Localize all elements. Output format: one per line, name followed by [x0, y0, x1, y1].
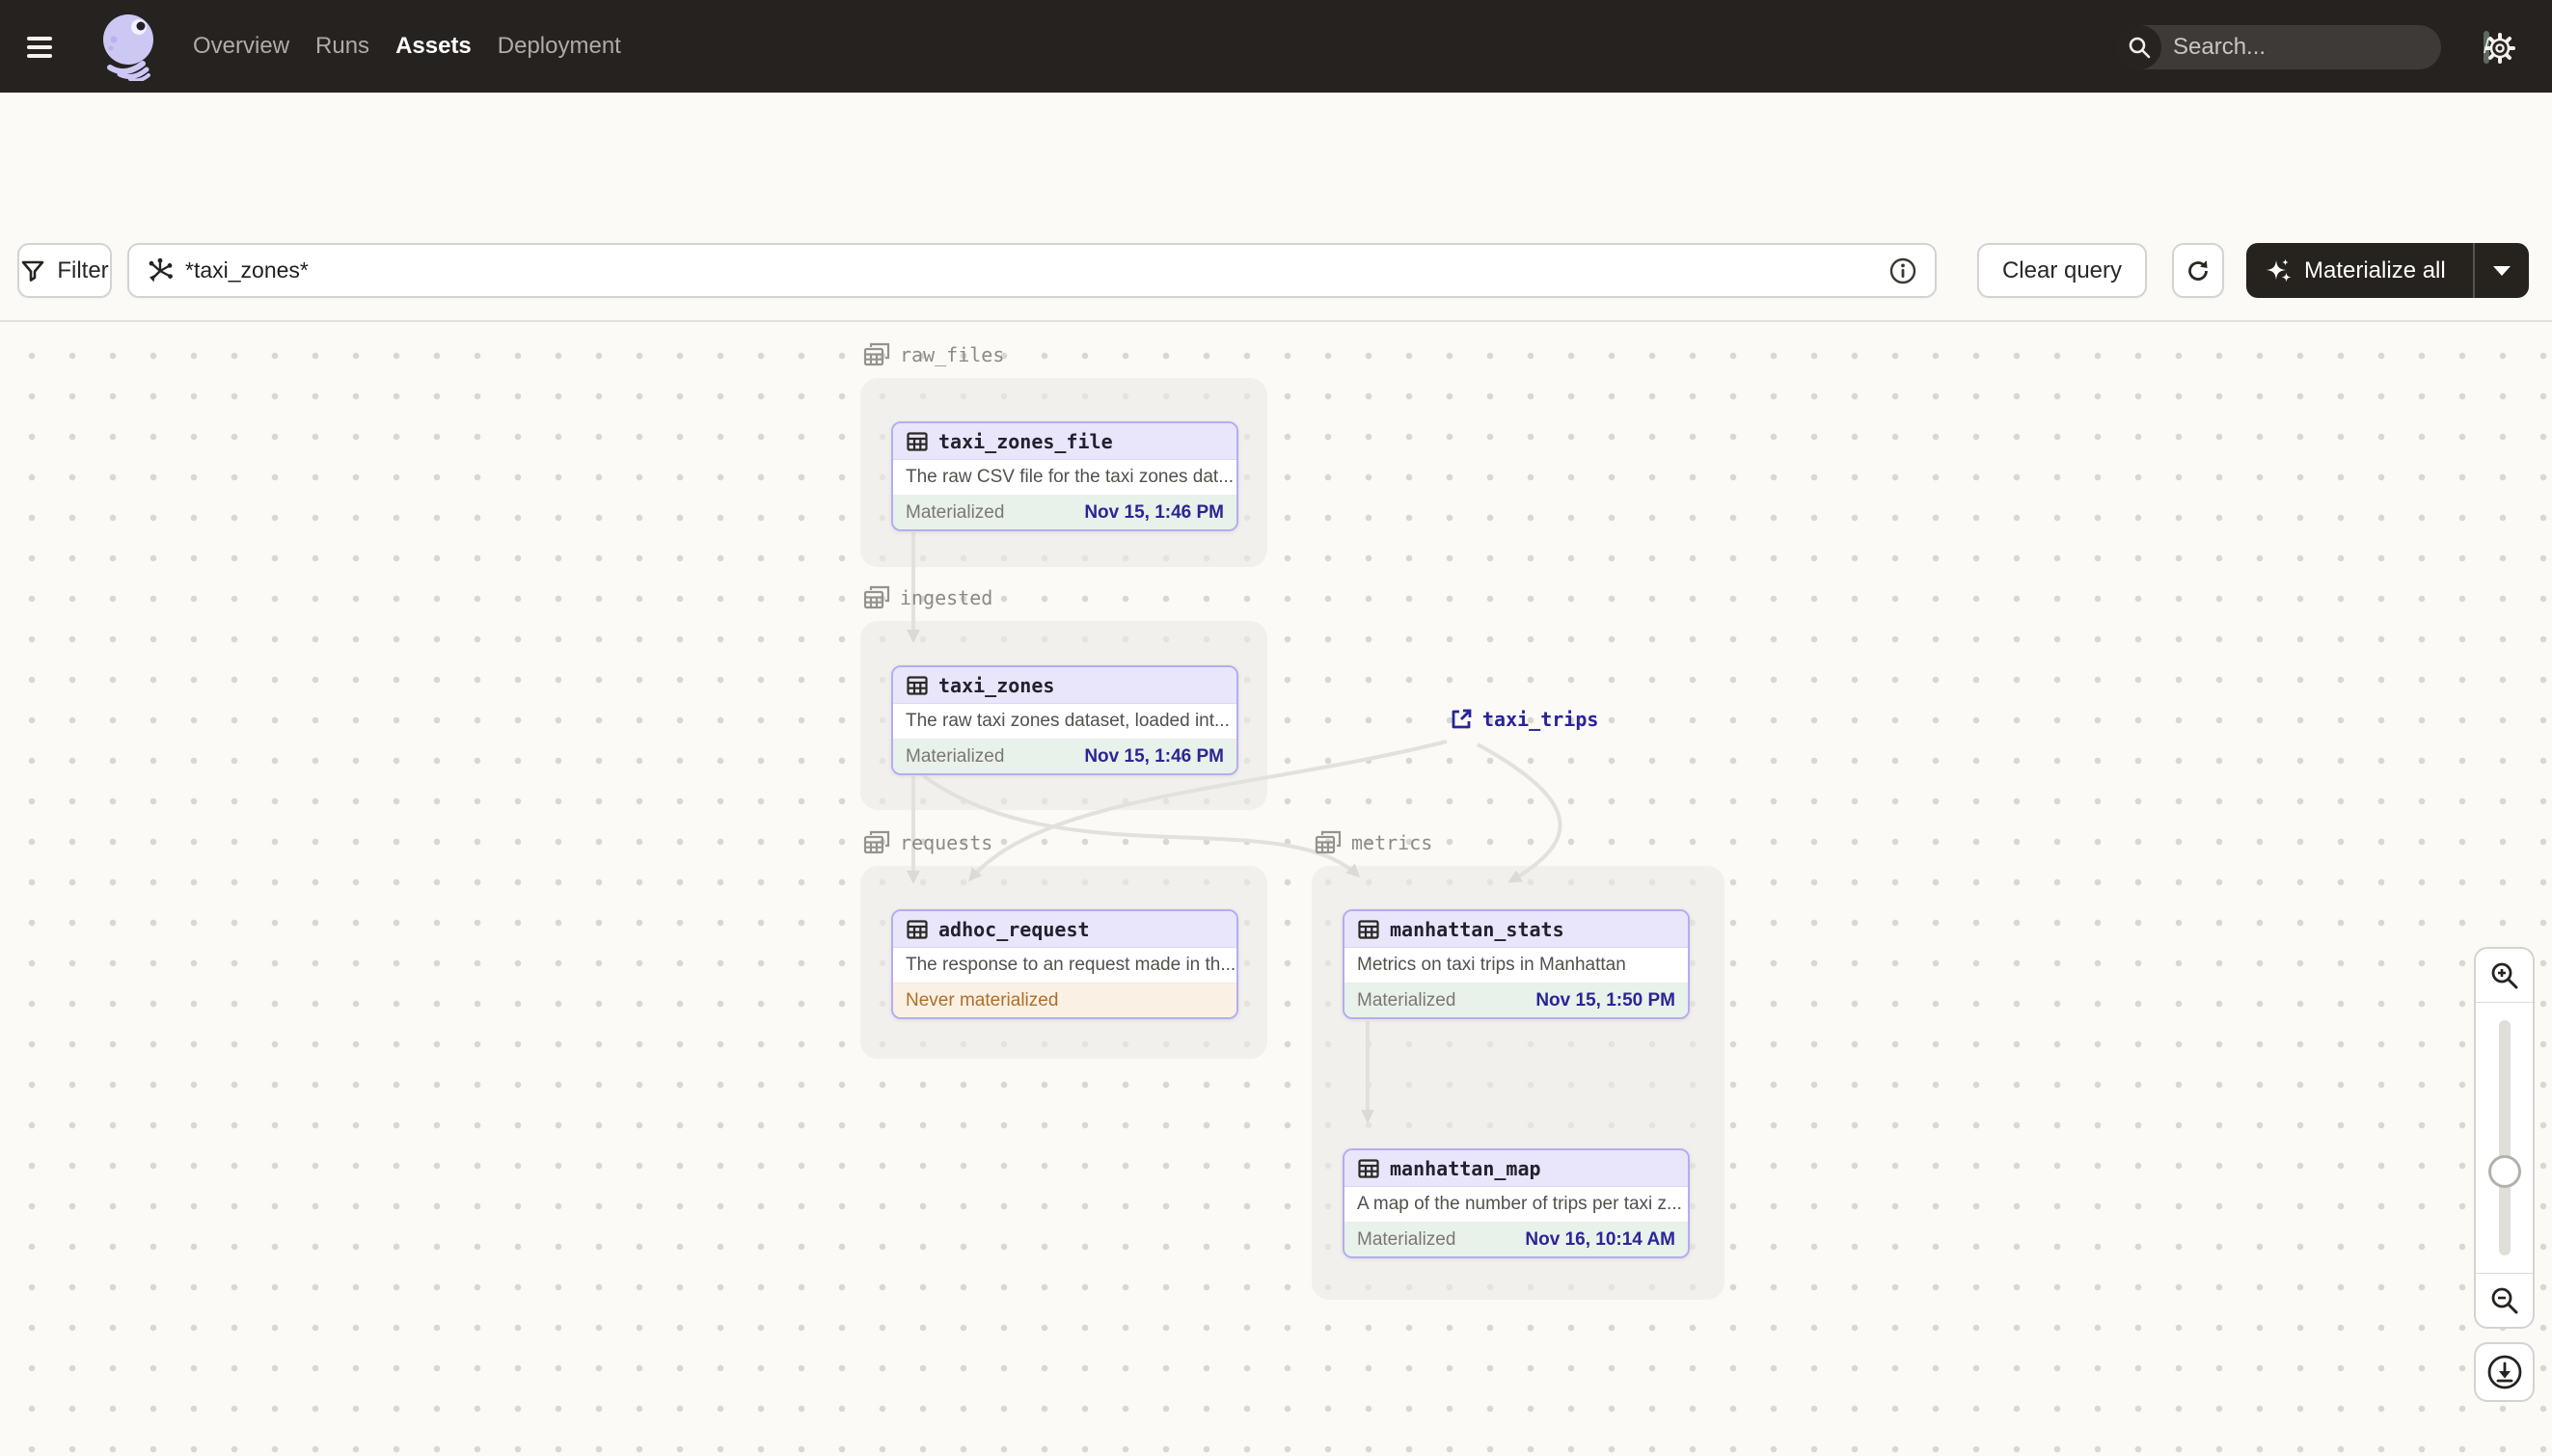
asset-node-manhattan-map[interactable]: manhattan_map A map of the number of tri… [1343, 1148, 1690, 1258]
zoom-out-button[interactable] [2476, 1273, 2533, 1327]
group-table-icon [863, 342, 890, 366]
asset-query-box[interactable] [127, 243, 1937, 298]
status-timestamp: Nov 15, 1:50 PM [1535, 989, 1675, 1011]
group-name: raw_files [900, 343, 1005, 366]
table-icon [1358, 1158, 1379, 1178]
zoom-in-button[interactable] [2476, 949, 2533, 1003]
page-header: Global Asset Lineage Reload definitions [0, 93, 2552, 287]
status-badge: Materialized [1357, 989, 1456, 1011]
asset-name: manhattan_stats [1390, 917, 1564, 941]
asset-description: The raw CSV file for the taxi zones dat.… [893, 460, 1236, 496]
zoom-control-panel [2474, 947, 2535, 1329]
asset-description: The response to an request made in th... [893, 948, 1236, 984]
lineage-canvas[interactable]: raw_files ingested requests metrics taxi… [0, 320, 2552, 1454]
group-label-raw-files[interactable]: raw_files [862, 341, 1004, 368]
asset-description: Metrics on taxi trips in Manhattan [1344, 948, 1688, 984]
asset-status-bar: Materialized Nov 15, 1:46 PM [893, 740, 1236, 773]
asset-graph-query-icon [149, 257, 173, 282]
nav-links: Overview Runs Assets Deployment [193, 0, 621, 93]
asset-status-bar: Materialized Nov 15, 1:46 PM [893, 496, 1236, 529]
external-asset-name: taxi_trips [1482, 708, 1599, 731]
zoom-slider-thumb[interactable] [2487, 1155, 2521, 1188]
status-badge: Materialized [906, 745, 1005, 767]
group-name: metrics [1351, 831, 1433, 854]
external-asset-taxi-trips[interactable]: taxi_trips [1450, 708, 1598, 731]
materialize-all-label: Materialize all [2304, 256, 2446, 283]
search-input[interactable] [2161, 34, 2484, 61]
asset-node-taxi-zones[interactable]: taxi_zones The raw taxi zones dataset, l… [891, 665, 1238, 775]
global-search[interactable]: / [2117, 25, 2489, 69]
status-badge: Never materialized [906, 989, 1059, 1011]
refresh-graph-button[interactable] [2172, 243, 2224, 298]
group-label-metrics[interactable]: metrics [1314, 829, 1432, 856]
table-icon [907, 675, 928, 695]
table-icon [907, 431, 928, 451]
dagster-logo-icon[interactable] [100, 13, 160, 81]
table-icon [1358, 919, 1379, 939]
external-link-icon [1452, 709, 1472, 729]
group-name: requests [900, 831, 993, 854]
status-badge: Materialized [1357, 1228, 1456, 1250]
asset-query-input[interactable] [185, 257, 1888, 283]
group-label-ingested[interactable]: ingested [862, 584, 992, 611]
asset-status-bar: Materialized Nov 15, 1:50 PM [1344, 984, 1688, 1017]
asset-node-adhoc-request[interactable]: adhoc_request The response to an request… [891, 909, 1238, 1019]
clear-query-button[interactable]: Clear query [1977, 243, 2147, 298]
search-icon [2117, 25, 2161, 69]
nav-item-runs[interactable]: Runs [315, 33, 369, 60]
chevron-down-icon [2493, 265, 2511, 276]
asset-node-manhattan-stats[interactable]: manhattan_stats Metrics on taxi trips in… [1343, 909, 1690, 1019]
asset-description: The raw taxi zones dataset, loaded int..… [893, 704, 1236, 740]
zoom-slider-track[interactable] [2498, 1020, 2511, 1255]
table-icon [907, 919, 928, 939]
query-info-icon[interactable] [1888, 256, 1917, 285]
hamburger-menu-icon[interactable] [27, 37, 52, 58]
lineage-toolbar: Filter Clear query [0, 224, 2552, 320]
asset-name: adhoc_request [938, 917, 1090, 941]
refresh-icon [2188, 259, 2208, 281]
group-name: ingested [900, 586, 993, 609]
asset-name: taxi_zones [938, 673, 1055, 697]
filter-button[interactable]: Filter [17, 243, 112, 298]
nav-item-overview[interactable]: Overview [193, 33, 289, 60]
asset-node-taxi-zones-file[interactable]: taxi_zones_file The raw CSV file for the… [891, 421, 1238, 531]
status-timestamp: Nov 15, 1:46 PM [1084, 501, 1224, 523]
filter-button-label: Filter [57, 256, 109, 283]
asset-name: manhattan_map [1390, 1156, 1541, 1180]
recenter-view-button[interactable] [2474, 1342, 2535, 1402]
zoom-slider[interactable] [2476, 1003, 2533, 1273]
sparkle-icon [2267, 258, 2292, 282]
lineage-edges [907, 532, 1562, 1123]
edge-taxi-trips-to-manhattan-stats [1477, 742, 1562, 883]
settings-gear-icon[interactable] [2481, 29, 2519, 67]
asset-status-bar: Materialized Nov 16, 10:14 AM [1344, 1223, 1688, 1256]
nav-item-assets[interactable]: Assets [395, 33, 472, 60]
materialize-all-main[interactable]: Materialize all [2246, 257, 2473, 284]
nav-item-deployment[interactable]: Deployment [498, 33, 621, 60]
clear-query-label: Clear query [2001, 256, 2123, 283]
materialize-all-button[interactable]: Materialize all [2246, 243, 2529, 298]
recenter-icon [2487, 1355, 2521, 1389]
group-table-icon [1315, 830, 1342, 854]
asset-description: A map of the number of trips per taxi z.… [1344, 1187, 1688, 1223]
asset-name: taxi_zones_file [938, 429, 1113, 453]
status-badge: Materialized [906, 501, 1005, 523]
filter-funnel-icon [22, 260, 44, 282]
top-nav-bar: Overview Runs Assets Deployment / [0, 0, 2552, 93]
zoom-out-icon [2491, 1287, 2517, 1313]
group-table-icon [863, 830, 890, 854]
group-table-icon [863, 585, 890, 609]
materialize-options-caret[interactable] [2475, 243, 2529, 298]
asset-status-bar: Never materialized [893, 984, 1236, 1017]
group-label-requests[interactable]: requests [862, 829, 992, 856]
status-timestamp: Nov 16, 10:14 AM [1525, 1228, 1675, 1250]
status-timestamp: Nov 15, 1:46 PM [1084, 745, 1224, 767]
zoom-in-icon [2491, 962, 2517, 988]
